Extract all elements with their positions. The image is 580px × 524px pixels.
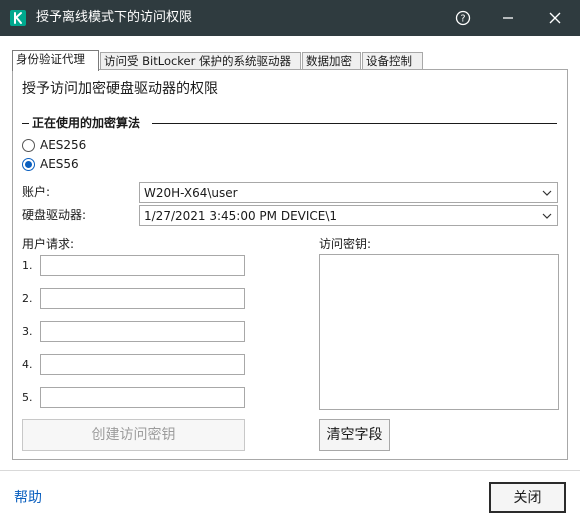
tab-bitlocker[interactable]: 访问受 BitLocker 保护的系统驱动器	[100, 52, 301, 70]
close-icon	[549, 12, 561, 24]
window-title: 授予离线模式下的访问权限	[36, 10, 193, 25]
tab-data-encryption[interactable]: 数据加密	[302, 52, 361, 70]
create-access-key-button[interactable]: 创建访问密钥	[22, 419, 245, 451]
footer-divider	[0, 470, 580, 471]
chevron-down-icon	[542, 213, 552, 219]
radio-aes56[interactable]: AES56	[22, 157, 79, 171]
drive-label: 硬盘驱动器:	[22, 208, 87, 222]
user-request-label: 用户请求:	[22, 237, 75, 251]
group-divider	[22, 123, 29, 124]
tab-auth-agent[interactable]: 身份验证代理	[12, 50, 99, 71]
title-bar: 授予离线模式下的访问权限 ?	[0, 0, 580, 36]
help-button[interactable]: ?	[441, 0, 485, 36]
radio-aes256[interactable]: AES256	[22, 138, 86, 152]
request-input-2[interactable]	[40, 288, 245, 309]
radio-label: AES256	[40, 138, 87, 152]
minimize-icon	[503, 17, 513, 19]
access-key-textarea[interactable]	[319, 254, 559, 410]
radio-label: AES56	[40, 157, 79, 171]
account-label: 账户:	[22, 185, 51, 199]
drive-value: 1/27/2021 3:45:00 PM DEVICE\1	[144, 209, 338, 223]
access-key-label: 访问密钥:	[319, 237, 372, 251]
panel-heading: 授予访问加密硬盘驱动器的权限	[22, 81, 218, 97]
radio-button-checked[interactable]	[22, 157, 35, 171]
account-select[interactable]: W20H-X64\user	[139, 182, 558, 203]
request-row-number: 4.	[22, 358, 33, 371]
help-circle-icon: ?	[455, 10, 471, 26]
chevron-down-icon	[542, 190, 552, 196]
request-input-3[interactable]	[40, 321, 245, 342]
account-value: W20H-X64\user	[144, 186, 238, 200]
request-row-number: 5.	[22, 391, 33, 404]
request-input-5[interactable]	[40, 387, 245, 408]
request-row-number: 3.	[22, 325, 33, 338]
algorithm-group-title: 正在使用的加密算法	[32, 116, 141, 130]
request-input-1[interactable]	[40, 255, 245, 276]
help-symbol: ?	[460, 14, 465, 25]
help-link[interactable]: 帮助	[14, 488, 42, 508]
request-row-number: 2.	[22, 292, 33, 305]
minimize-button[interactable]	[486, 0, 530, 36]
close-button[interactable]: 关闭	[489, 482, 566, 513]
request-input-4[interactable]	[40, 354, 245, 375]
clear-fields-button[interactable]: 清空字段	[319, 419, 390, 451]
radio-button[interactable]	[22, 138, 35, 152]
kaspersky-logo-icon	[10, 10, 26, 26]
drive-select[interactable]: 1/27/2021 3:45:00 PM DEVICE\1	[139, 205, 558, 226]
group-divider	[152, 123, 557, 124]
close-window-button[interactable]	[533, 0, 577, 36]
tab-device-control[interactable]: 设备控制	[362, 52, 423, 70]
request-row-number: 1.	[22, 259, 33, 272]
